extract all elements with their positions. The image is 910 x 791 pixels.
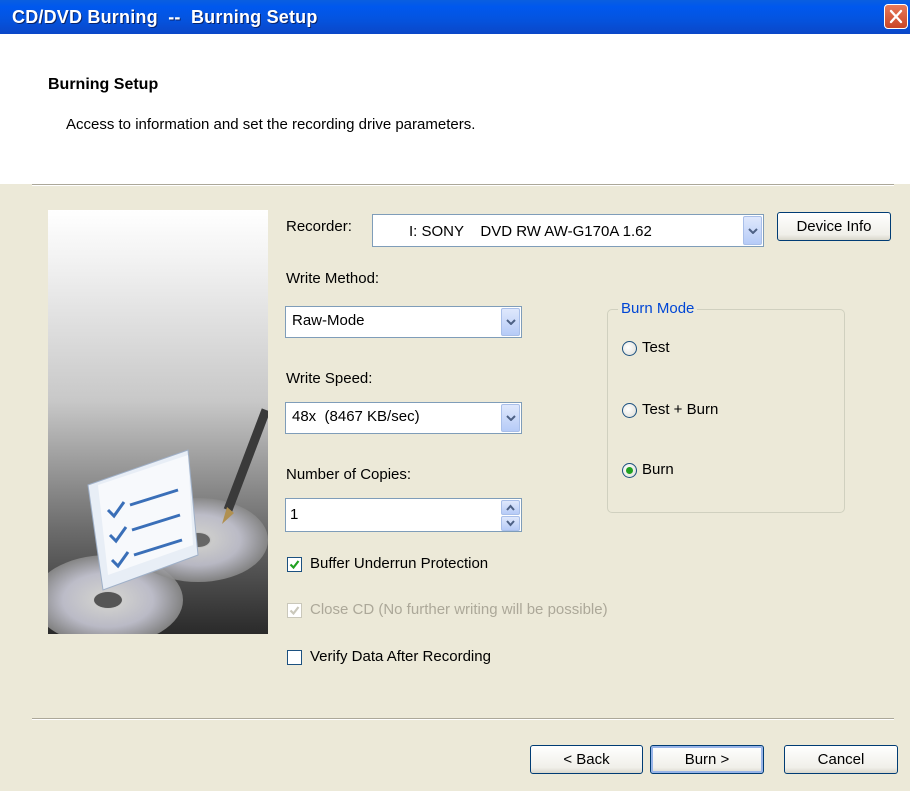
header-panel: [0, 34, 910, 184]
cd-document-illustration: [48, 408, 268, 634]
back-button[interactable]: < Back: [530, 745, 643, 774]
burn-mode-legend: Burn Mode: [618, 300, 698, 317]
recorder-label: Recorder:: [286, 218, 352, 235]
write-speed-value: 48x (8467 KB/sec): [292, 408, 420, 425]
header-divider: [32, 184, 894, 186]
recorder-dropdown-button[interactable]: [743, 216, 762, 245]
radio-burn[interactable]: [622, 463, 637, 478]
buffer-underrun-label: Buffer Underrun Protection: [310, 555, 489, 572]
burn-button[interactable]: Burn >: [650, 745, 764, 774]
write-speed-label: Write Speed:: [286, 370, 373, 387]
page-subtitle: Access to information and set the record…: [66, 116, 476, 133]
verify-data-checkbox[interactable]: [287, 650, 302, 665]
radio-test-burn[interactable]: [622, 403, 637, 418]
chevron-down-icon: [506, 319, 516, 325]
chevron-down-icon: [748, 227, 758, 234]
window-title: CD/DVD Burning -- Burning Setup: [12, 7, 318, 27]
device-info-button[interactable]: Device Info: [777, 212, 891, 241]
close-cd-checkbox: [287, 603, 302, 618]
radio-test[interactable]: [622, 341, 637, 356]
close-icon: [889, 9, 903, 24]
write-method-value: Raw-Mode: [292, 312, 365, 329]
chevron-down-icon: [506, 520, 515, 527]
footer-divider: [32, 718, 894, 720]
buffer-underrun-checkbox[interactable]: [287, 557, 302, 572]
copies-value: 1: [290, 506, 299, 523]
title-bar: CD/DVD Burning -- Burning Setup: [0, 0, 910, 35]
close-button[interactable]: [884, 4, 908, 29]
cancel-button[interactable]: Cancel: [784, 745, 898, 774]
write-method-select[interactable]: Raw-Mode: [285, 306, 522, 338]
chevron-up-icon: [506, 504, 515, 511]
write-method-dropdown-button[interactable]: [501, 308, 520, 336]
close-cd-label: Close CD (No further writing will be pos…: [310, 601, 608, 618]
radio-selected-dot: [626, 467, 633, 474]
radio-test-label[interactable]: Test: [642, 339, 670, 356]
checkmark-icon: [289, 560, 300, 570]
radio-burn-label[interactable]: Burn: [642, 461, 674, 478]
checkmark-icon: [289, 606, 300, 616]
write-speed-dropdown-button[interactable]: [501, 404, 520, 432]
spin-up-button[interactable]: [501, 500, 520, 515]
radio-test-burn-label[interactable]: Test + Burn: [642, 401, 718, 418]
copies-label: Number of Copies:: [286, 466, 412, 483]
page-title: Burning Setup: [48, 76, 159, 93]
copies-spinner: [501, 500, 520, 531]
copies-input[interactable]: 1: [285, 498, 522, 532]
wizard-illustration: [48, 210, 268, 634]
verify-data-label: Verify Data After Recording: [310, 648, 491, 665]
chevron-down-icon: [506, 415, 516, 421]
write-speed-select[interactable]: 48x (8467 KB/sec): [285, 402, 522, 434]
write-method-label: Write Method:: [286, 270, 380, 287]
spin-down-button[interactable]: [501, 516, 520, 531]
recorder-select[interactable]: I: SONY DVD RW AW-G170A 1.62: [372, 214, 764, 247]
recorder-value: I: SONY DVD RW AW-G170A 1.62: [409, 223, 652, 240]
